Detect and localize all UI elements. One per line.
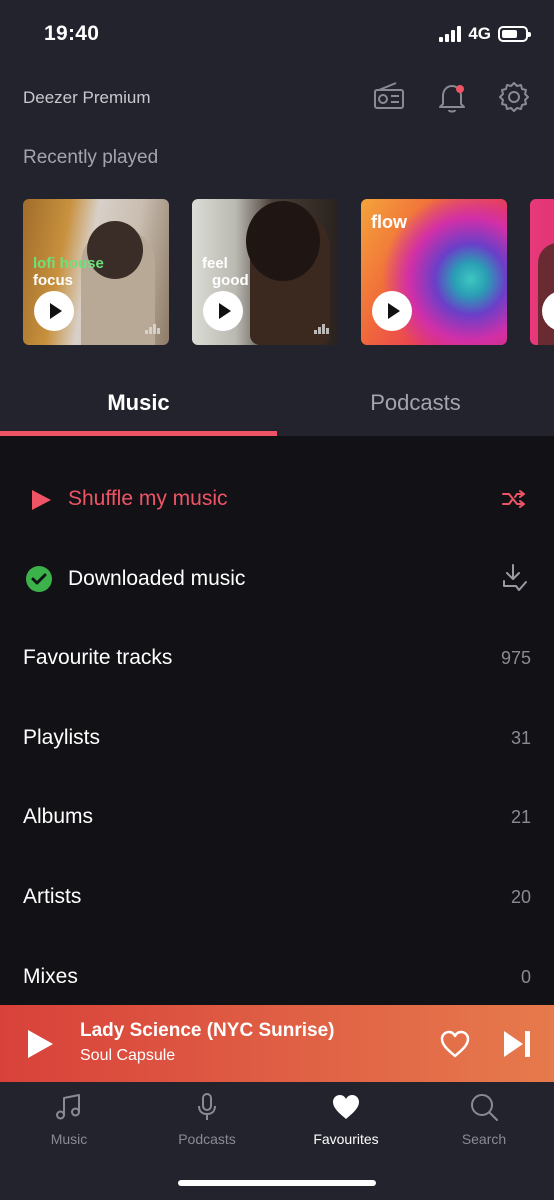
nav-item-music[interactable]: Music — [0, 1092, 138, 1147]
heart-icon[interactable] — [440, 1030, 470, 1058]
nav-label: Search — [461, 1131, 507, 1147]
row-label: Mixes — [23, 965, 78, 988]
row-label: Artists — [23, 885, 82, 908]
home-indicator[interactable] — [178, 1180, 376, 1186]
check-circle-icon — [26, 566, 52, 592]
library-row-albums[interactable]: Albums 21 — [0, 787, 554, 847]
equalizer-icon — [314, 324, 329, 334]
row-count: 21 — [510, 806, 531, 827]
microphone-icon — [198, 1093, 216, 1120]
row-count: 20 — [510, 886, 531, 907]
card-flow[interactable]: flow — [361, 199, 507, 345]
row-label: Albums — [23, 805, 94, 828]
status-indicators: 4G — [439, 24, 531, 44]
nav-label: Podcasts — [178, 1131, 236, 1147]
skip-next-icon[interactable] — [502, 1029, 532, 1059]
downloaded-label: Downloaded music — [68, 567, 246, 590]
player-artist: Soul Capsule — [80, 1047, 176, 1064]
shuffle-icon[interactable] — [502, 489, 526, 509]
row-count: 0 — [520, 966, 531, 987]
play-button[interactable] — [203, 291, 243, 331]
nav-label: Favourites — [313, 1131, 379, 1147]
shuffle-my-music-row[interactable]: Shuffle my music — [0, 469, 554, 529]
card-lofi-house-focus[interactable]: lofi house focus — [23, 199, 169, 345]
music-note-icon — [56, 1094, 80, 1120]
library-row-mixes[interactable]: Mixes 0 — [0, 947, 554, 1007]
tab-podcasts[interactable]: Podcasts — [277, 390, 554, 416]
card-title-line1: lofi house — [33, 255, 104, 272]
download-check-icon[interactable] — [502, 563, 528, 593]
account-label: Deezer Premium — [23, 88, 151, 107]
row-count: 31 — [510, 727, 531, 748]
recently-played-carousel: lofi house focus feel good flow — [23, 199, 554, 345]
heart-icon — [333, 1095, 359, 1119]
nav-item-podcasts[interactable]: Podcasts — [138, 1092, 276, 1147]
nav-item-favourites[interactable]: Favourites — [277, 1092, 415, 1147]
play-button[interactable] — [34, 291, 74, 331]
tab-indicator — [0, 431, 277, 436]
battery-icon — [498, 26, 531, 42]
row-count: 975 — [500, 647, 531, 668]
gear-icon[interactable] — [497, 80, 531, 114]
signal-icon — [439, 26, 462, 42]
card-title-line2: good — [212, 272, 249, 289]
play-icon — [32, 490, 51, 510]
downloaded-music-row[interactable]: Downloaded music — [0, 549, 554, 609]
player-track-title: Lady Science (NYC Sunrise) — [80, 1020, 335, 1041]
card-partial[interactable] — [530, 199, 554, 345]
search-icon — [471, 1094, 498, 1121]
notification-dot — [456, 85, 464, 93]
recently-played-title: Recently played — [23, 147, 159, 168]
library-row-favourite-tracks[interactable]: Favourite tracks 975 — [0, 628, 554, 688]
row-label: Favourite tracks — [23, 646, 173, 669]
radio-icon[interactable] — [372, 80, 406, 114]
card-title-line2: focus — [33, 272, 74, 289]
card-feel-good[interactable]: feel good — [192, 199, 338, 345]
card-title-line1: feel — [202, 255, 228, 272]
network-type: 4G — [468, 24, 491, 43]
card-title-line1: flow — [371, 212, 407, 232]
play-button[interactable] — [372, 291, 412, 331]
row-label: Playlists — [23, 726, 101, 749]
nav-item-search[interactable]: Search — [415, 1092, 553, 1147]
play-icon[interactable] — [26, 1029, 54, 1059]
nav-label: Music — [50, 1131, 88, 1147]
mini-player[interactable] — [0, 1005, 554, 1082]
library-row-playlists[interactable]: Playlists 31 — [0, 708, 554, 768]
tab-music[interactable]: Music — [0, 390, 277, 416]
library-row-artists[interactable]: Artists 20 — [0, 867, 554, 927]
status-time: 19:40 — [44, 22, 100, 45]
shuffle-label: Shuffle my music — [68, 487, 228, 510]
equalizer-icon — [145, 324, 160, 334]
bell-icon[interactable] — [435, 80, 469, 114]
